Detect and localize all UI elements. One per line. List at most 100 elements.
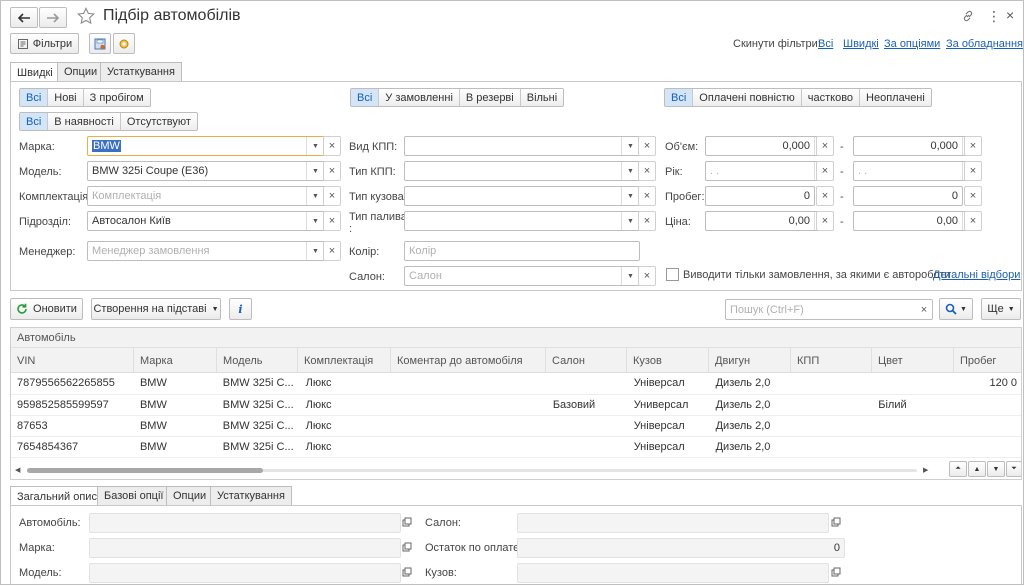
- reset-all-link[interactable]: Всі: [818, 38, 833, 50]
- info-button[interactable]: i: [229, 298, 252, 320]
- column-header[interactable]: Коментар до автомобіля: [391, 348, 546, 373]
- search-clear-icon[interactable]: ×: [916, 304, 932, 316]
- volume-to-clear-button[interactable]: ×: [964, 136, 982, 156]
- price-from-field[interactable]: 0,00: [705, 211, 833, 231]
- brand-dropdown-icon[interactable]: ▼: [306, 137, 324, 155]
- close-icon[interactable]: ×: [1006, 7, 1014, 23]
- volume-from-clear-button[interactable]: ×: [816, 136, 834, 156]
- model-dropdown-icon[interactable]: ▼: [306, 162, 324, 180]
- availability-in-stock-option[interactable]: В наявності: [48, 113, 121, 130]
- salon-clear-button[interactable]: ×: [638, 266, 656, 286]
- column-header[interactable]: Пробег: [954, 348, 1021, 373]
- favorite-star-icon[interactable]: [77, 7, 95, 28]
- body-type-dropdown-icon[interactable]: ▼: [621, 187, 639, 205]
- gearbox-kind-field[interactable]: ▼: [404, 136, 640, 156]
- price-from-clear-button[interactable]: ×: [816, 211, 834, 231]
- column-header[interactable]: Цвет: [872, 348, 954, 373]
- mileage-all-option[interactable]: Всі: [20, 89, 49, 106]
- open-icon[interactable]: [402, 517, 412, 530]
- refresh-button[interactable]: Оновити: [10, 298, 83, 320]
- gearbox-kind-dropdown-icon[interactable]: ▼: [621, 137, 639, 155]
- tab-quick[interactable]: Швидкі: [10, 62, 60, 82]
- fuel-type-field[interactable]: ▼: [404, 211, 640, 231]
- salon-dropdown-icon[interactable]: ▼: [621, 267, 639, 285]
- tab-equipment[interactable]: Устаткування: [100, 62, 182, 81]
- availability-all-option[interactable]: Всі: [20, 113, 49, 130]
- mileage-to-clear-button[interactable]: ×: [964, 186, 982, 206]
- brand-field[interactable]: BMW ▼: [87, 136, 325, 156]
- reset-options-link[interactable]: За опціями: [884, 38, 940, 50]
- volume-from-field[interactable]: 0,000: [705, 136, 833, 156]
- column-header[interactable]: Салон: [546, 348, 627, 373]
- table-row[interactable]: 7654854367 BMW BMW 325i C... Люкс Універсал Д…: [11, 436, 1021, 457]
- column-header[interactable]: Кузов: [627, 348, 709, 373]
- mileage-from-field[interactable]: 0: [705, 186, 815, 206]
- more-vertical-icon[interactable]: ⋮: [987, 8, 1001, 25]
- volume-to-field[interactable]: 0,000: [853, 136, 981, 156]
- order-reserved-option[interactable]: В резерві: [460, 89, 521, 106]
- fuel-type-dropdown-icon[interactable]: ▼: [621, 212, 639, 230]
- year-to-field[interactable]: . .: [853, 161, 981, 181]
- move-first-button[interactable]: ⏶: [949, 461, 967, 477]
- body-type-clear-button[interactable]: ×: [638, 186, 656, 206]
- move-last-button[interactable]: ⏷: [1006, 461, 1021, 477]
- equipment-dropdown-icon[interactable]: ▼: [306, 187, 324, 205]
- division-clear-button[interactable]: ×: [323, 211, 341, 231]
- forward-button[interactable]: [39, 7, 67, 28]
- year-from-field[interactable]: . .: [705, 161, 833, 181]
- price-to-field[interactable]: 0,00: [853, 211, 981, 231]
- search-input[interactable]: Пошук (Ctrl+F) ×: [725, 299, 933, 320]
- gearbox-type-clear-button[interactable]: ×: [638, 161, 656, 181]
- scroll-right-icon[interactable]: ▶: [923, 466, 928, 474]
- column-header[interactable]: КПП: [791, 348, 872, 373]
- column-header[interactable]: VIN: [11, 348, 134, 373]
- table-row[interactable]: 87653 BMW BMW 325i C... Люкс Універсал Дизель…: [11, 415, 1021, 436]
- order-all-option[interactable]: Всі: [351, 89, 380, 106]
- search-button[interactable]: ▼: [939, 298, 973, 320]
- column-header[interactable]: Комплектація: [298, 348, 391, 373]
- order-in-order-option[interactable]: У замовленні: [379, 89, 460, 106]
- payment-full-option[interactable]: Оплачені повністю: [693, 89, 802, 106]
- tab-bottom-equipment[interactable]: Устаткування: [210, 486, 292, 505]
- year-to-clear-button[interactable]: ×: [964, 161, 982, 181]
- tab-options[interactable]: Опции: [57, 62, 105, 81]
- autowork-only-checkbox[interactable]: [666, 268, 679, 281]
- detailed-filters-link[interactable]: Детальні відбори: [933, 269, 1020, 281]
- equipment-field[interactable]: Комплектація ▼: [87, 186, 325, 206]
- reset-equipment-link[interactable]: За обладнанням: [946, 38, 1023, 50]
- table-row[interactable]: 7879556562265855 BMW BMW 325i C... Люкс Унів…: [11, 373, 1021, 394]
- salon-field[interactable]: Салон ▼: [404, 266, 640, 286]
- mileage-new-option[interactable]: Нові: [48, 89, 84, 106]
- column-header[interactable]: Марка: [134, 348, 217, 373]
- manager-dropdown-icon[interactable]: ▼: [306, 242, 324, 260]
- model-field[interactable]: BMW 325i Coupe (E36) ▼: [87, 161, 325, 181]
- more-button[interactable]: Ще ▼: [981, 298, 1021, 320]
- reset-quick-link[interactable]: Швидкі: [843, 38, 879, 50]
- payment-all-option[interactable]: Всі: [665, 89, 694, 106]
- move-up-button[interactable]: ▲: [968, 461, 986, 477]
- body-type-field[interactable]: ▼: [404, 186, 640, 206]
- fuel-type-clear-button[interactable]: ×: [638, 211, 656, 231]
- model-clear-button[interactable]: ×: [323, 161, 341, 181]
- price-to-clear-button[interactable]: ×: [964, 211, 982, 231]
- tab-base-options[interactable]: Базові опції: [97, 486, 171, 505]
- color-field[interactable]: Колір: [404, 241, 640, 261]
- column-header[interactable]: Двигун: [709, 348, 791, 373]
- equipment-clear-button[interactable]: ×: [323, 186, 341, 206]
- year-from-clear-button[interactable]: ×: [816, 161, 834, 181]
- back-button[interactable]: [10, 7, 38, 28]
- payment-unpaid-option[interactable]: Неоплачені: [860, 89, 931, 106]
- manager-field[interactable]: Менеджер замовлення ▼: [87, 241, 325, 261]
- gearbox-type-field[interactable]: ▼: [404, 161, 640, 181]
- order-free-option[interactable]: Вільні: [521, 89, 563, 106]
- manager-clear-button[interactable]: ×: [323, 241, 341, 261]
- table-row[interactable]: 959852585599597 BMW BMW 325i C... Люкс Базов…: [11, 394, 1021, 415]
- gearbox-type-dropdown-icon[interactable]: ▼: [621, 162, 639, 180]
- brand-clear-button[interactable]: ×: [323, 136, 341, 156]
- gearbox-kind-clear-button[interactable]: ×: [638, 136, 656, 156]
- division-dropdown-icon[interactable]: ▼: [306, 212, 324, 230]
- scroll-left-icon[interactable]: ◀: [15, 466, 20, 474]
- horizontal-scrollbar[interactable]: ◀ ▶: [13, 464, 938, 476]
- tab-general[interactable]: Загальний опис: [10, 486, 104, 506]
- create-based-on-button[interactable]: Створення на підставі ▼: [91, 298, 221, 320]
